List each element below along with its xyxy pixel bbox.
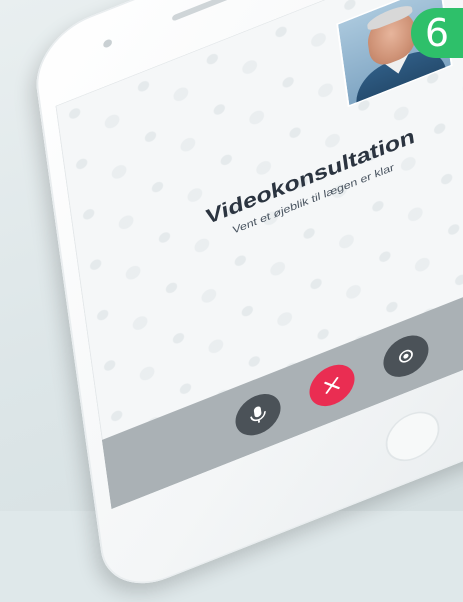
mute-button[interactable] [233, 387, 283, 442]
phone-mockup-wrapper: Videokonsultation Vent et øjeblik til læ… [0, 0, 463, 511]
close-icon [321, 374, 342, 397]
step-badge: 6 [411, 8, 463, 58]
phone-device: Videokonsultation Vent et øjeblik til læ… [30, 0, 463, 602]
camera-switch-icon [394, 343, 417, 368]
end-call-button[interactable] [307, 358, 357, 413]
switch-camera-button[interactable] [381, 329, 431, 384]
earpiece-speaker [172, 0, 233, 22]
home-button[interactable] [383, 404, 443, 470]
front-camera [103, 38, 113, 49]
microphone-icon [247, 402, 269, 428]
